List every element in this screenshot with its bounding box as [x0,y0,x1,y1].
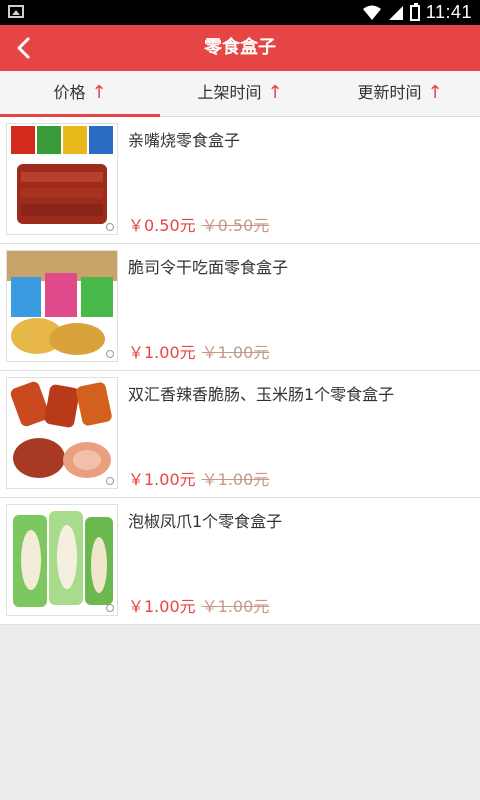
product-item[interactable]: 亲嘴烧零食盒子 ￥0.50元 ￥0.50元 [0,117,480,244]
product-image [6,504,118,616]
tab-price[interactable]: 价格 ↑ [0,71,160,117]
sort-arrow-icon: ↑ [267,82,283,103]
tab-label: 更新时间 [357,83,422,102]
product-price: ￥1.00元 [128,470,196,489]
sort-arrow-icon: ↑ [427,82,443,103]
status-icons: 11:41 [362,0,472,25]
product-original-price: ￥1.00元 [201,343,270,362]
product-image [6,123,118,235]
tab-label: 上架时间 [197,83,262,102]
price-row: ￥1.00元 ￥1.00元 [128,593,269,617]
status-time: 11:41 [425,2,472,22]
zoom-icon [106,223,114,231]
price-row: ￥0.50元 ￥0.50元 [128,212,269,236]
product-item[interactable]: 脆司令干吃面零食盒子 ￥1.00元 ￥1.00元 [0,244,480,371]
sort-tabs: 价格 ↑ 上架时间 ↑ 更新时间 ↑ [0,71,480,117]
product-original-price: ￥1.00元 [201,597,270,616]
sort-arrow-icon: ↑ [91,82,107,103]
product-name: 泡椒凤爪1个零食盒子 [128,512,283,531]
zoom-icon [106,604,114,612]
product-original-price: ￥1.00元 [201,470,270,489]
product-image [6,250,118,362]
gallery-notification-icon [8,5,24,18]
zoom-icon [106,477,114,485]
tab-listing-time[interactable]: 上架时间 ↑ [160,71,320,116]
status-bar: 11:41 [0,0,480,25]
product-name: 脆司令干吃面零食盒子 [128,258,289,277]
wifi-icon [362,5,381,20]
price-row: ￥1.00元 ￥1.00元 [128,466,269,490]
product-name: 双汇香辣香脆肠、玉米肠1个零食盒子 [128,385,395,404]
product-image [6,377,118,489]
zoom-icon [106,350,114,358]
product-name: 亲嘴烧零食盒子 [128,131,241,150]
product-price: ￥1.00元 [128,343,196,362]
title-bar: 零食盒子 [0,25,480,71]
product-item[interactable]: 双汇香辣香脆肠、玉米肠1个零食盒子 ￥1.00元 ￥1.00元 [0,371,480,498]
signal-icon [388,5,403,20]
product-original-price: ￥0.50元 [201,216,270,235]
tab-label: 价格 [53,83,86,102]
product-item[interactable]: 泡椒凤爪1个零食盒子 ￥1.00元 ￥1.00元 [0,498,480,625]
tab-update-time[interactable]: 更新时间 ↑ [320,71,480,116]
product-list: 亲嘴烧零食盒子 ￥0.50元 ￥0.50元 脆司令干吃面零食盒子 ￥1.00元 ￥1… [0,117,480,625]
product-price: ￥1.00元 [128,597,196,616]
product-price: ￥0.50元 [128,216,196,235]
price-row: ￥1.00元 ￥1.00元 [128,339,269,363]
battery-icon [409,2,420,21]
page-title: 零食盒子 [204,37,276,58]
